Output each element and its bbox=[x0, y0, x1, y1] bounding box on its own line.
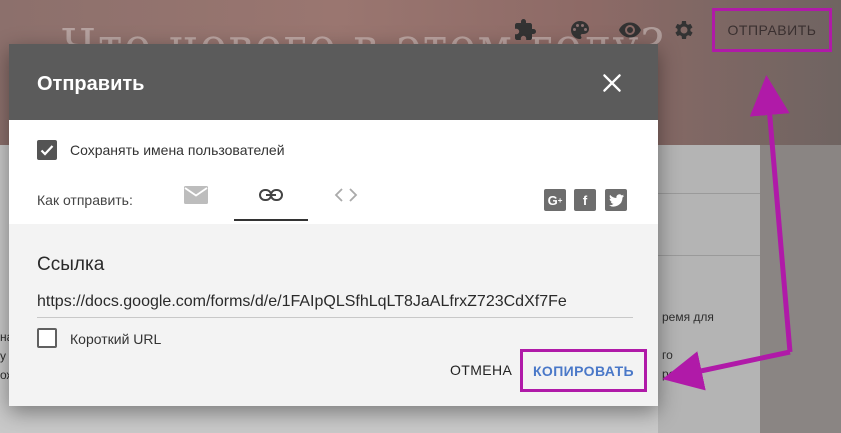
copy-button-label: КОПИРОВАТЬ bbox=[532, 362, 635, 379]
puzzle-icon[interactable] bbox=[509, 14, 541, 46]
gear-icon[interactable] bbox=[667, 14, 699, 46]
background-text: го bbox=[662, 348, 673, 362]
copy-button[interactable]: КОПИРОВАТЬ bbox=[520, 349, 647, 392]
selected-tab-indicator bbox=[234, 219, 308, 221]
dialog-header: Отправить bbox=[9, 44, 658, 120]
collect-emails-checkbox[interactable] bbox=[37, 140, 57, 160]
twitter-icon[interactable] bbox=[605, 189, 627, 211]
facebook-icon[interactable]: f bbox=[574, 189, 596, 211]
short-url-label: Короткий URL bbox=[70, 331, 162, 347]
send-button-label: ОТПРАВИТЬ bbox=[727, 22, 817, 38]
close-icon[interactable] bbox=[599, 70, 625, 96]
palette-icon[interactable] bbox=[564, 14, 596, 46]
collect-emails-label: Сохранять имена пользователей bbox=[70, 142, 285, 158]
email-icon[interactable] bbox=[182, 183, 210, 207]
background-text: ремя для bbox=[662, 310, 714, 324]
form-card-right bbox=[658, 145, 760, 433]
divider bbox=[658, 193, 760, 194]
send-form-dialog: Отправить Сохранять имена пользователей … bbox=[9, 44, 658, 406]
background-text: ресн bbox=[662, 367, 688, 381]
send-button[interactable]: ОТПРАВИТЬ bbox=[712, 8, 832, 52]
send-via-label: Как отправить: bbox=[37, 192, 133, 208]
cancel-button[interactable]: ОТМЕНА bbox=[450, 362, 512, 378]
google-plus-icon[interactable]: G + bbox=[544, 189, 566, 211]
link-icon[interactable] bbox=[257, 183, 285, 207]
divider bbox=[658, 255, 760, 256]
dialog-title: Отправить bbox=[37, 73, 145, 95]
link-section: Ссылка https://docs.google.com/forms/d/e… bbox=[9, 224, 658, 406]
short-url-checkbox[interactable] bbox=[37, 328, 57, 348]
link-url-field[interactable]: https://docs.google.com/forms/d/e/1FAIpQ… bbox=[37, 293, 633, 318]
embed-code-icon[interactable] bbox=[332, 183, 360, 207]
eye-icon[interactable] bbox=[614, 14, 646, 46]
background-text: у bbox=[0, 349, 6, 363]
link-heading: Ссылка bbox=[37, 254, 105, 275]
